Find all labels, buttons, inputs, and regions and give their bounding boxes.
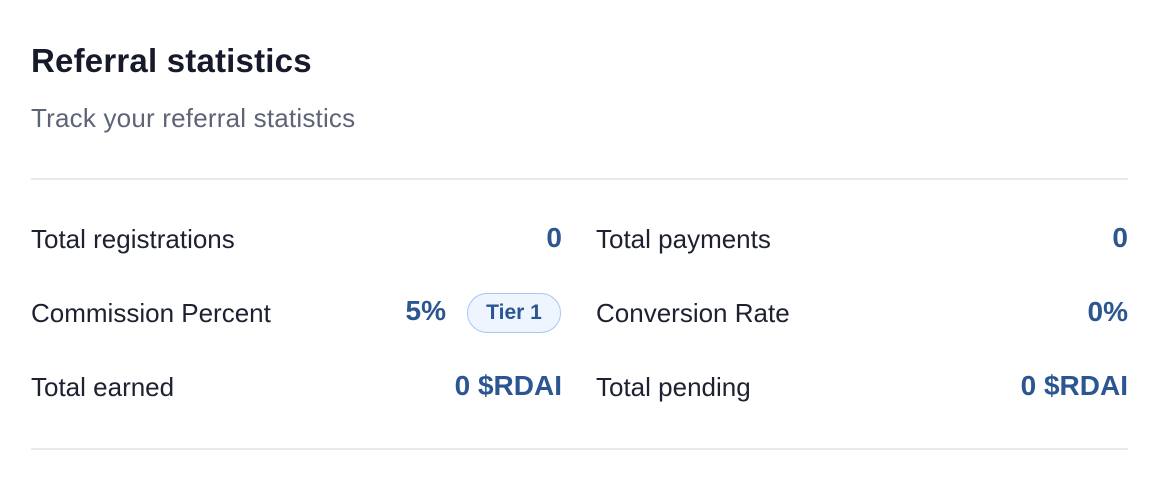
total-registrations-label: Total registrations xyxy=(31,224,235,254)
card-title: Referral statistics xyxy=(31,42,312,79)
conversion-rate-value: 0% xyxy=(1087,296,1128,327)
total-payments-label: Total payments xyxy=(596,224,771,254)
total-earned-value: 0 $RDAI xyxy=(454,370,562,401)
total-earned-label: Total earned xyxy=(31,372,175,402)
tier-badge: Tier 1 xyxy=(467,293,561,333)
total-pending-label: Total pending xyxy=(596,372,751,402)
top-divider xyxy=(31,178,1128,180)
total-pending-value: 0 $RDAI xyxy=(1020,370,1128,401)
commission-percent-value: 5% xyxy=(405,295,446,326)
total-payments-value: 0 xyxy=(1112,222,1128,253)
card-subtitle: Track your referral statistics xyxy=(31,103,356,133)
commission-percent-label: Commission Percent xyxy=(31,298,271,328)
total-registrations-value: 0 xyxy=(546,222,562,253)
referral-statistics-card: Referral statistics Track your referral … xyxy=(0,0,1168,490)
bottom-divider xyxy=(31,448,1128,450)
conversion-rate-label: Conversion Rate xyxy=(596,298,790,328)
